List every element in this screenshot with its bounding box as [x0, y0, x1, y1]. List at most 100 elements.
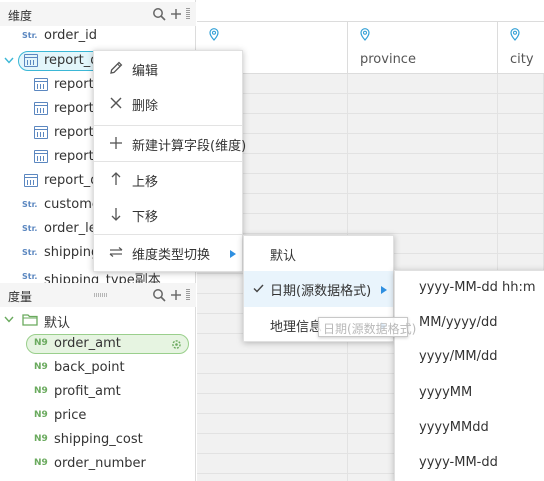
measure-item[interactable]: N9 order_number	[0, 452, 196, 476]
measure-group[interactable]: 默认	[0, 308, 196, 332]
column-header[interactable]: city	[498, 22, 544, 74]
chevron-down-icon[interactable]	[4, 57, 14, 64]
field-label: report_d	[44, 53, 99, 68]
menu-item-move-up[interactable]: 上移	[94, 162, 242, 198]
drag-handle-icon[interactable]	[186, 289, 190, 301]
dimension-tools	[152, 5, 190, 23]
pencil-icon	[110, 61, 123, 74]
check-icon	[253, 284, 264, 293]
measure-item-selected[interactable]: N9 order_amt	[0, 332, 196, 356]
plus-icon	[110, 137, 122, 149]
measure-item[interactable]: N9 price	[0, 404, 196, 428]
table-cell[interactable]	[197, 394, 348, 414]
field-label: order_number	[54, 456, 146, 471]
table-cell[interactable]	[498, 174, 544, 194]
measure-header: 度量	[0, 283, 196, 307]
menu-item-move-down[interactable]: 下移	[94, 197, 242, 233]
table-cell[interactable]	[498, 114, 544, 134]
measure-tools	[152, 286, 190, 304]
add-icon[interactable]	[170, 289, 182, 301]
table-cell[interactable]	[197, 454, 348, 474]
menu-item-label: MM/yyyy/dd	[419, 315, 498, 330]
date-format-item[interactable]: yyyy/MM/dd	[395, 340, 544, 376]
measure-title: 度量	[8, 290, 33, 304]
menu-item-new-calc-field[interactable]: 新建计算字段(维度)	[94, 126, 246, 162]
calendar-icon	[34, 150, 48, 163]
column-name: province	[360, 52, 416, 67]
table-cell[interactable]	[348, 134, 498, 154]
menu-item-label: 上移	[132, 175, 159, 190]
measure-item[interactable]: N9 shipping_cost	[0, 428, 196, 452]
chevron-down-icon[interactable]	[4, 316, 14, 323]
submenu-arrow-icon	[230, 250, 236, 258]
table-cell[interactable]	[197, 414, 348, 434]
search-icon[interactable]	[152, 7, 166, 21]
date-format-item[interactable]: yyyyMM	[395, 376, 544, 412]
submenu-item-default[interactable]: 默认	[244, 236, 393, 272]
folder-icon	[22, 314, 38, 326]
table-cell[interactable]	[348, 114, 498, 134]
menu-item-label: 编辑	[132, 64, 159, 79]
table-cell[interactable]	[197, 434, 348, 454]
table-cell[interactable]	[348, 74, 498, 94]
type-tag: Str.	[22, 31, 38, 40]
table-cell[interactable]	[498, 134, 544, 154]
drag-ghost: 日期(源数据格式)	[318, 317, 416, 337]
drag-handle-icon[interactable]	[186, 8, 190, 20]
type-tag: N9	[34, 458, 48, 468]
table-cell[interactable]	[498, 154, 544, 174]
table-cell[interactable]	[197, 354, 348, 374]
table-cell[interactable]	[498, 194, 544, 214]
table-cell[interactable]	[348, 154, 498, 174]
field-label: profit_amt	[54, 384, 121, 399]
field-label: order_id	[44, 28, 98, 43]
menu-item-delete[interactable]: 删除	[94, 86, 242, 122]
table-cell[interactable]	[498, 234, 544, 254]
measure-item[interactable]: N9 profit_amt	[0, 380, 196, 404]
map-pin-icon	[510, 28, 520, 41]
table-cell[interactable]	[197, 374, 348, 394]
dimension-header: 维度	[0, 2, 196, 26]
field-label: report_d	[44, 173, 99, 188]
submenu-item-date[interactable]: 日期(源数据格式)	[244, 271, 393, 307]
menu-item-label: 日期(源数据格式)	[270, 284, 372, 299]
gear-icon[interactable]	[171, 339, 182, 350]
column-header[interactable]: province	[348, 22, 498, 74]
date-format-item[interactable]: yyyyMMdd	[395, 411, 544, 447]
table-cell[interactable]	[498, 94, 544, 114]
dimension-item[interactable]: Str. order_id	[0, 24, 196, 48]
menu-item-label: yyyyMM	[419, 385, 473, 400]
menu-item-label: 新建计算字段(维度)	[132, 139, 247, 154]
date-format-item[interactable]: yyyy-MM-dd hh:m	[395, 271, 544, 307]
table-cell[interactable]	[498, 74, 544, 94]
menu-item-label: yyyy-MM-dd	[419, 455, 498, 470]
table-cell[interactable]	[498, 214, 544, 234]
field-label: shipping_cost	[54, 432, 143, 447]
menu-item-edit[interactable]: 编辑	[94, 51, 242, 87]
table-cell[interactable]	[348, 174, 498, 194]
table-cell[interactable]	[197, 474, 348, 481]
switch-arrows-icon	[109, 247, 123, 257]
menu-item-label: 维度类型切换	[132, 248, 211, 263]
measure-item[interactable]: N9 back_point	[0, 356, 196, 380]
table-cell[interactable]	[348, 94, 498, 114]
table-cell[interactable]	[348, 214, 498, 234]
table-cell[interactable]	[348, 194, 498, 214]
menu-item-label: yyyy-MM-dd hh:m	[419, 280, 536, 295]
resize-handle-icon[interactable]	[94, 293, 108, 297]
table-toolbar	[197, 0, 544, 22]
calendar-icon	[24, 174, 38, 187]
add-icon[interactable]	[170, 8, 182, 20]
menu-item-label: 地理信息	[270, 320, 323, 335]
column-name: city	[510, 52, 534, 67]
date-format-item[interactable]: yyyy-MM-dd	[395, 446, 544, 481]
close-icon	[110, 97, 122, 109]
search-icon[interactable]	[152, 288, 166, 302]
menu-item-switch-type[interactable]: 维度类型切换	[94, 235, 242, 271]
field-label: order_le	[44, 221, 97, 236]
arrow-down-icon	[111, 208, 121, 221]
group-label: 默认	[44, 316, 71, 331]
date-format-item[interactable]: MM/yyyy/dd	[395, 306, 544, 342]
menu-item-label: yyyy/MM/dd	[419, 349, 498, 364]
calendar-icon	[24, 54, 38, 67]
